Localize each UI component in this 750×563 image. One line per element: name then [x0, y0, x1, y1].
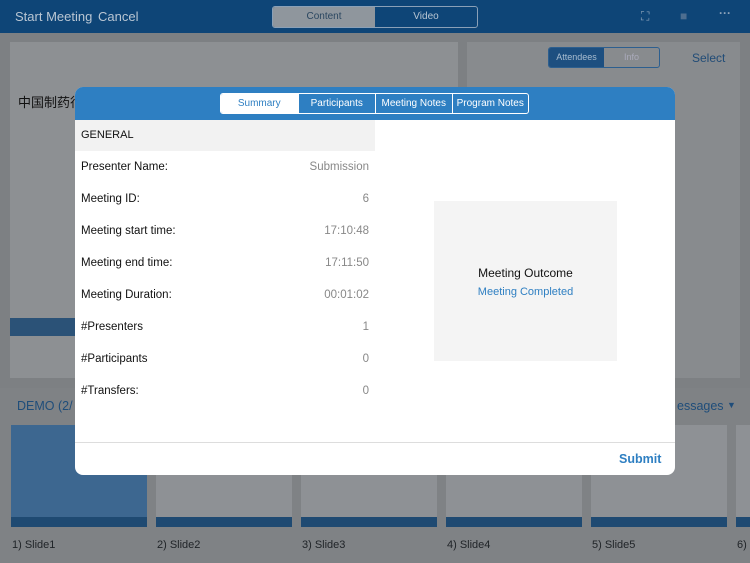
row-value: 0 [362, 385, 369, 397]
cancel-button[interactable]: Cancel [98, 9, 138, 24]
row-value: Submission [309, 161, 369, 173]
slide-banner [10, 318, 80, 336]
row-value: 0 [362, 353, 369, 365]
row-label: #Transfers: [81, 385, 139, 397]
info-row: #Participants 0 [81, 353, 369, 365]
row-label: Meeting end time: [81, 257, 173, 269]
select-button[interactable]: Select [692, 51, 725, 65]
dialog-tabs: Summary Participants Meeting Notes Progr… [220, 93, 529, 114]
row-label: #Presenters [81, 321, 144, 333]
row-label: Meeting Duration: [81, 289, 172, 301]
slide-label: 5) Slide5 [592, 539, 636, 551]
slide-label: 4) Slide4 [447, 539, 491, 551]
tab-content[interactable]: Content [273, 7, 375, 27]
info-row: #Presenters 1 [81, 321, 369, 333]
fullscreen-icon[interactable]: ⛶ [641, 9, 649, 24]
row-value: 17:10:48 [324, 225, 369, 237]
messages-dropdown[interactable]: essages [677, 399, 724, 413]
slide-label: 2) Slide2 [157, 539, 201, 551]
slide-title: 中国制药行 [18, 95, 84, 110]
submit-button[interactable]: Submit [619, 452, 661, 466]
more-icon[interactable]: ··· [719, 6, 731, 20]
tab-info[interactable]: Info [604, 48, 659, 67]
divider [75, 442, 675, 443]
attendees-info-toggle: Attendees Info [548, 47, 660, 68]
tab-video[interactable]: Video [375, 7, 477, 27]
row-value: 17:11:50 [325, 257, 369, 269]
dialog-header: Summary Participants Meeting Notes Progr… [75, 87, 675, 120]
outcome-value[interactable]: Meeting Completed [434, 286, 617, 298]
info-row: Meeting ID: 6 [81, 193, 369, 205]
start-meeting-button[interactable]: Start Meeting [15, 9, 92, 24]
row-label: Meeting ID: [81, 193, 140, 205]
tab-program-notes[interactable]: Program Notes [451, 94, 529, 113]
outcome-title: Meeting Outcome [478, 266, 573, 280]
meeting-summary-dialog: Summary Participants Meeting Notes Progr… [75, 87, 675, 475]
info-row: #Transfers: 0 [81, 385, 369, 397]
chevron-down-icon[interactable]: ▼ [727, 400, 736, 410]
meeting-outcome-card: Meeting Outcome Meeting Completed [434, 201, 617, 361]
row-value: 00:01:02 [324, 289, 369, 301]
info-row: Meeting start time: 17:10:48 [81, 225, 369, 237]
tab-summary[interactable]: Summary [221, 94, 298, 113]
presentation-name: DEMO (2/ [17, 399, 73, 413]
row-value: 1 [362, 321, 369, 333]
info-row: Meeting end time: 17:11:50 [81, 257, 369, 269]
info-row: Meeting Duration: 00:01:02 [81, 289, 369, 301]
row-label: #Participants [81, 353, 148, 365]
slide-label: 1) Slide1 [12, 539, 56, 551]
slide-label: 6) [737, 539, 747, 551]
row-value: 6 [362, 193, 369, 205]
row-label: Presenter Name: [81, 161, 168, 173]
section-header: GENERAL [75, 120, 375, 151]
content-video-toggle: Content Video [272, 6, 478, 28]
row-label: Meeting start time: [81, 225, 176, 237]
info-row: Presenter Name: Submission [81, 161, 369, 173]
video-camera-icon[interactable]: ■ [680, 9, 687, 23]
tab-attendees[interactable]: Attendees [549, 48, 604, 67]
slide-label: 3) Slide3 [302, 539, 346, 551]
slide-thumbnail[interactable] [736, 425, 750, 527]
top-bar: Start Meeting Cancel Content Video ⛶ ■ ·… [0, 0, 750, 33]
tab-meeting-notes[interactable]: Meeting Notes [375, 94, 452, 113]
tab-participants[interactable]: Participants [297, 94, 376, 113]
